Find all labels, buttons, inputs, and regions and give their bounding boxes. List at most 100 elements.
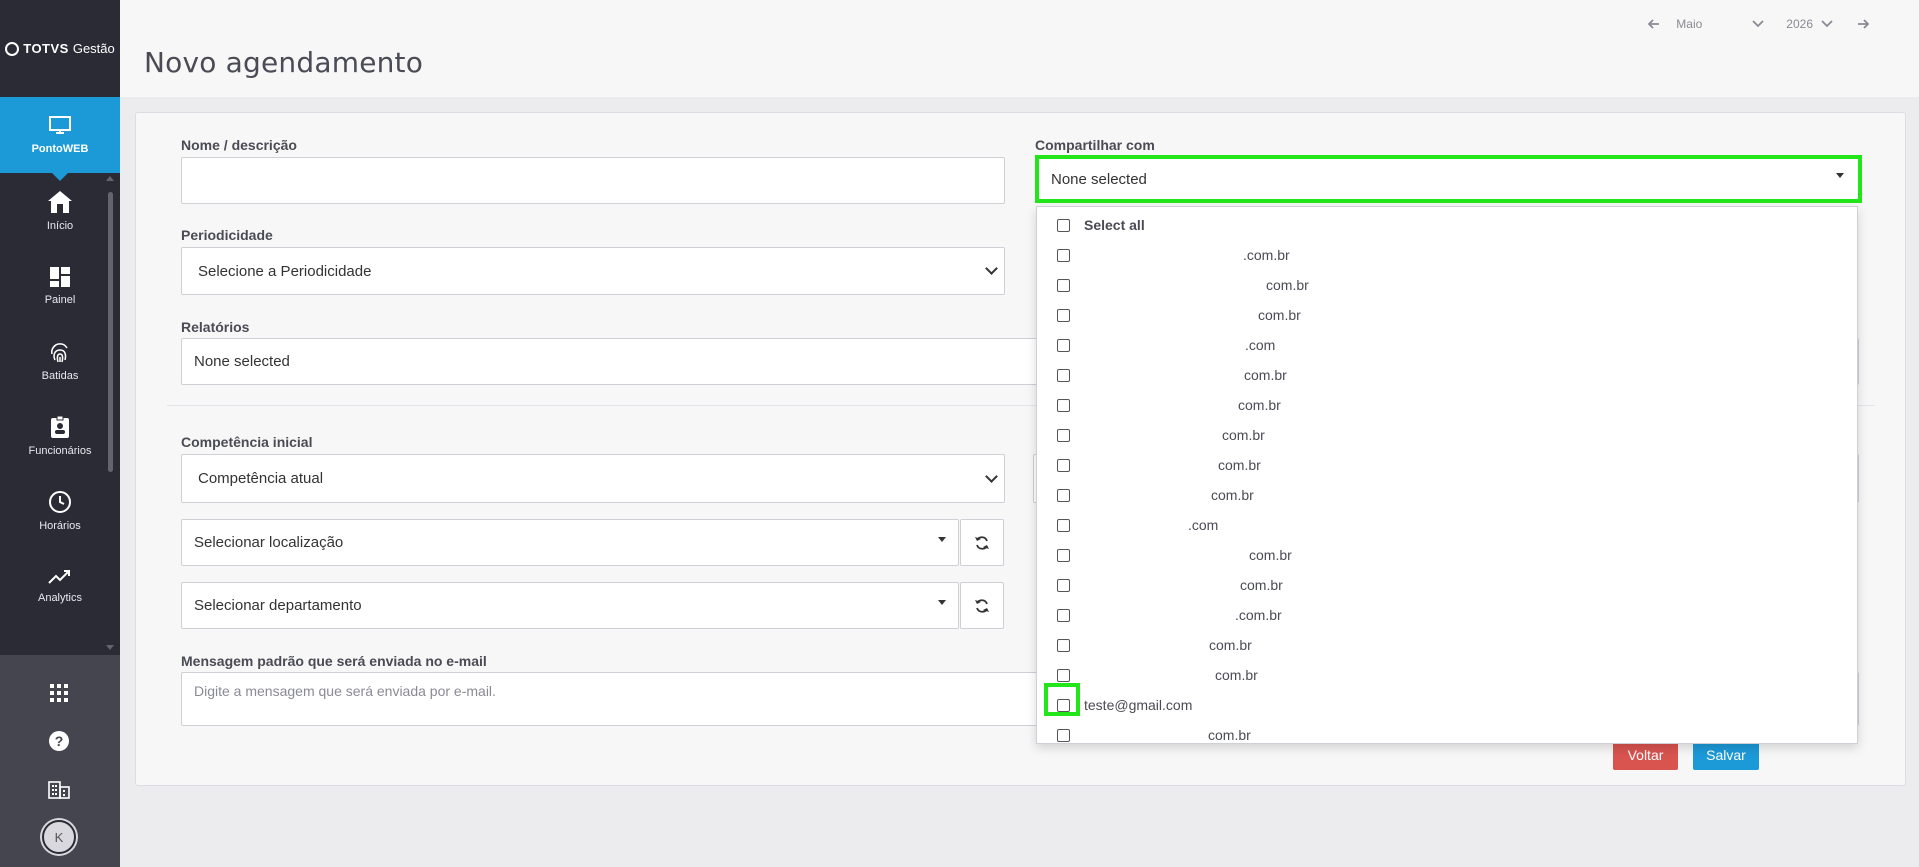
periodicidade-select[interactable]: Selecione a Periodicidade [181,247,1005,295]
competencia-value: Competência atual [198,470,324,487]
option-label: com.br [1266,277,1309,293]
relatorios-label: Relatórios [181,319,250,335]
nome-input[interactable] [181,157,1005,204]
option-label: com.br [1218,457,1261,473]
badge-icon [51,415,69,438]
sidebar-item-inicio[interactable]: Início [0,173,120,248]
sidebar-item-painel[interactable]: Painel [0,248,120,323]
option-label: .com.br [1235,607,1282,623]
option-checkbox[interactable] [1057,339,1070,352]
option-checkbox[interactable] [1057,729,1070,742]
departamento-select[interactable]: Selecionar departamento [181,582,959,629]
list-item[interactable]: .com [1037,331,1857,361]
avatar[interactable]: K [42,820,76,854]
option-label: .com [1245,337,1276,353]
arrow-right-icon[interactable] [1855,16,1871,32]
sidebar-item-funcionarios[interactable]: Funcionários [0,398,120,473]
module-pontoweb[interactable]: PontoWEB [0,97,120,181]
option-checkbox[interactable] [1057,669,1070,682]
list-item[interactable]: com.br [1037,391,1857,421]
list-item[interactable]: com.br [1037,301,1857,331]
option-label: com.br [1209,637,1252,653]
option-label: .com.br [1243,247,1290,263]
compartilhar-dropdown: Select all .com.br com.br com.br .com co… [1036,206,1858,744]
option-checkbox[interactable] [1057,459,1070,472]
nome-label: Nome / descrição [181,137,297,153]
list-item[interactable]: com.br [1037,721,1857,743]
option-checkbox[interactable] [1057,519,1070,532]
list-item[interactable]: com.br [1037,451,1857,481]
compartilhar-label: Compartilhar com [1035,137,1155,153]
select-all-label: Select all [1084,217,1145,233]
option-checkbox[interactable] [1057,369,1070,382]
monitor-icon [49,116,71,134]
sidebar-item-label: Batidas [41,369,79,382]
sidebar-item-label: Funcionários [28,444,92,457]
list-item[interactable]: com.br [1037,661,1857,691]
page-header: Novo agendamento Maio 2026 [120,0,1919,97]
company-icon[interactable] [47,777,71,801]
svg-text:?: ? [55,733,64,749]
option-label: com.br [1222,427,1265,443]
month-select[interactable]: Maio [1676,17,1744,31]
list-item[interactable]: .com.br [1037,601,1857,631]
refresh-icon [975,535,989,550]
apps-grid-icon[interactable] [47,681,71,705]
sidebar-scrollbar[interactable] [108,192,113,472]
option-checkbox[interactable] [1057,399,1070,412]
select-all-checkbox[interactable] [1057,219,1070,232]
compartilhar-multiselect[interactable]: None selected [1035,155,1862,203]
list-item[interactable]: com.br [1037,631,1857,661]
chevron-down-icon[interactable] [1821,17,1833,31]
brand-logo[interactable]: TOTVS Gestão [0,0,120,97]
brand-suffix: Gestão [72,41,115,56]
list-item[interactable]: com.br [1037,541,1857,571]
year-select[interactable]: 2026 [1786,17,1813,31]
save-button[interactable]: Salvar [1693,740,1759,770]
arrow-left-icon[interactable] [1646,16,1662,32]
date-navigator: Maio 2026 [1646,16,1871,32]
sidebar-item-label: Painel [44,293,76,306]
list-item[interactable]: .com [1037,511,1857,541]
avatar-initial: K [54,829,64,845]
option-checkbox[interactable] [1057,309,1070,322]
scroll-down-icon[interactable] [106,645,114,650]
option-checkbox[interactable] [1057,549,1070,562]
relatorios-value: None selected [194,353,290,370]
departamento-value: Selecionar departamento [194,597,362,614]
scroll-up-icon[interactable] [106,176,114,181]
chevron-down-icon[interactable] [1752,17,1764,31]
sidebar-item-label: Analytics [37,591,83,604]
list-item[interactable]: .com.br [1037,241,1857,271]
competencia-label: Competência inicial [181,434,313,450]
refresh-departamento-button[interactable] [960,582,1004,629]
option-checkbox[interactable] [1057,579,1070,592]
option-checkbox[interactable] [1057,249,1070,262]
list-item[interactable]: com.br [1037,421,1857,451]
competencia-select[interactable]: Competência atual [181,454,1005,503]
option-checkbox[interactable] [1057,609,1070,622]
refresh-localizacao-button[interactable] [960,519,1004,566]
option-label: com.br [1258,307,1301,323]
option-checkbox[interactable] [1057,279,1070,292]
option-label: com.br [1211,487,1254,503]
option-checkbox[interactable] [1057,489,1070,502]
localizacao-select[interactable]: Selecionar localização [181,519,959,566]
sidebar-item-batidas[interactable]: Batidas [0,323,120,398]
list-item[interactable]: com.br [1037,571,1857,601]
select-all-option[interactable]: Select all [1037,211,1857,241]
option-checkbox[interactable] [1057,639,1070,652]
list-item[interactable]: com.br [1037,481,1857,511]
highlight-teste-checkbox [1044,683,1080,716]
option-label: com.br [1240,577,1283,593]
option-checkbox[interactable] [1057,429,1070,442]
help-icon[interactable]: ? [47,729,71,753]
list-item[interactable]: com.br [1037,361,1857,391]
list-item[interactable]: teste@gmail.com [1037,691,1857,721]
back-button[interactable]: Voltar [1613,740,1678,770]
sidebar-item-analytics[interactable]: Analytics [0,548,120,623]
option-label: com.br [1238,397,1281,413]
sidebar-item-horarios[interactable]: Horários [0,473,120,548]
list-item[interactable]: com.br [1037,271,1857,301]
periodicidade-label: Periodicidade [181,227,273,243]
